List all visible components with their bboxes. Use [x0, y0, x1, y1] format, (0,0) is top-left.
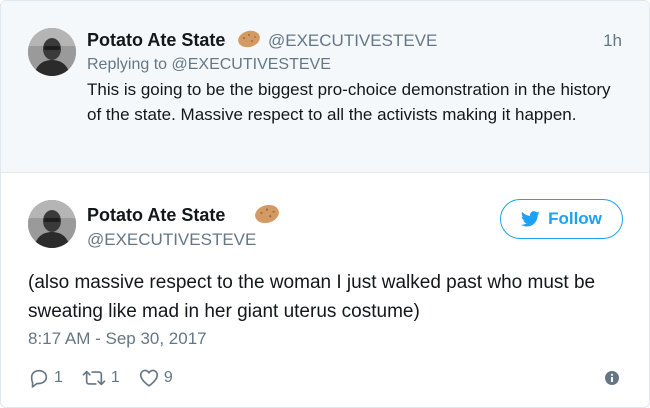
parent-tweet[interactable]: Potato Ate State @EXECUTIVESTEVE 1h Repl…: [1, 1, 649, 173]
avatar[interactable]: [28, 200, 76, 248]
retweet-icon: [82, 370, 106, 386]
tweet-embed-card: Potato Ate State @EXECUTIVESTEVE 1h Repl…: [0, 0, 650, 408]
tweet-timestamp[interactable]: 8:17 AM - Sep 30, 2017: [28, 329, 207, 349]
tweet-text: (also massive respect to the woman I jus…: [28, 272, 596, 322]
display-name[interactable]: Potato Ate State: [87, 205, 225, 226]
relative-time[interactable]: 1h: [603, 31, 622, 51]
tweet-actions: 1 1 9: [28, 365, 191, 391]
potato-icon: [253, 203, 279, 224]
potato-icon: [237, 29, 261, 49]
handle[interactable]: @EXECUTIVESTEVE: [268, 31, 437, 51]
like-count: 9: [163, 369, 173, 386]
follow-label: Follow: [548, 209, 602, 228]
avatar[interactable]: [28, 28, 76, 76]
replying-to: Replying to @EXECUTIVESTEVE: [87, 56, 331, 73]
reply-icon: [30, 369, 48, 389]
parent-tweet-text: This is going to be the biggest pro-choi…: [87, 80, 611, 124]
reply-button[interactable]: 1: [28, 367, 63, 389]
display-name[interactable]: Potato Ate State: [87, 30, 225, 51]
info-icon[interactable]: [604, 370, 620, 386]
follow-button[interactable]: Follow: [500, 199, 623, 239]
handle[interactable]: @EXECUTIVESTEVE: [87, 230, 256, 250]
twitter-bird-icon: [521, 211, 540, 227]
retweet-count: 1: [110, 369, 120, 386]
reply-count: 1: [54, 369, 63, 386]
heart-icon: [139, 369, 158, 387]
retweet-button[interactable]: 1: [81, 367, 120, 389]
like-button[interactable]: 9: [138, 367, 173, 389]
